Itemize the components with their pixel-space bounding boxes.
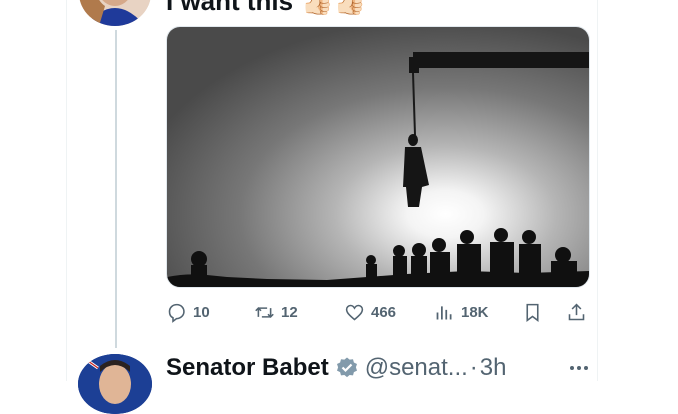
avatar[interactable]: [78, 354, 152, 414]
share-button[interactable]: [566, 300, 587, 324]
reply-count: 10: [193, 303, 210, 321]
retweet-icon: [255, 306, 274, 318]
tweet-text-emoji: 👍🏻👍🏻: [301, 0, 366, 16]
tweet-header: Senator Babet @senat... · 3h: [166, 353, 506, 383]
bookmark-button[interactable]: [522, 300, 543, 324]
timeline-border-left: [66, 0, 67, 381]
retweet-count: 12: [281, 303, 298, 321]
timeline-border-right: [597, 0, 598, 381]
separator-dot: ·: [469, 354, 478, 381]
verified-badge-icon: [336, 357, 357, 378]
tweet-timestamp[interactable]: 3h: [480, 354, 507, 382]
reply-icon: [168, 303, 185, 323]
avatar[interactable]: [79, 0, 151, 26]
thread-line: [115, 30, 117, 348]
like-icon: [345, 304, 364, 321]
tweet-media-image[interactable]: [166, 26, 590, 288]
views-count: 18K: [461, 303, 489, 321]
author-name[interactable]: Senator Babet: [166, 354, 329, 382]
like-button[interactable]: 466: [344, 300, 396, 324]
more-icon[interactable]: [567, 358, 591, 378]
share-icon: [568, 303, 585, 320]
reply-button[interactable]: 10: [166, 300, 210, 324]
views-button[interactable]: 18K: [434, 300, 489, 324]
tweet-action-bar: 10 12 466 18K: [166, 300, 588, 324]
author-handle[interactable]: @senat...: [365, 354, 468, 382]
views-icon: [436, 305, 452, 319]
tweet-text-content: I want this: [166, 0, 294, 16]
like-count: 466: [371, 303, 397, 321]
tweet-text: I want this 👍🏻👍🏻: [166, 0, 366, 14]
bookmark-icon: [526, 303, 539, 322]
retweet-button[interactable]: 12: [254, 300, 298, 324]
